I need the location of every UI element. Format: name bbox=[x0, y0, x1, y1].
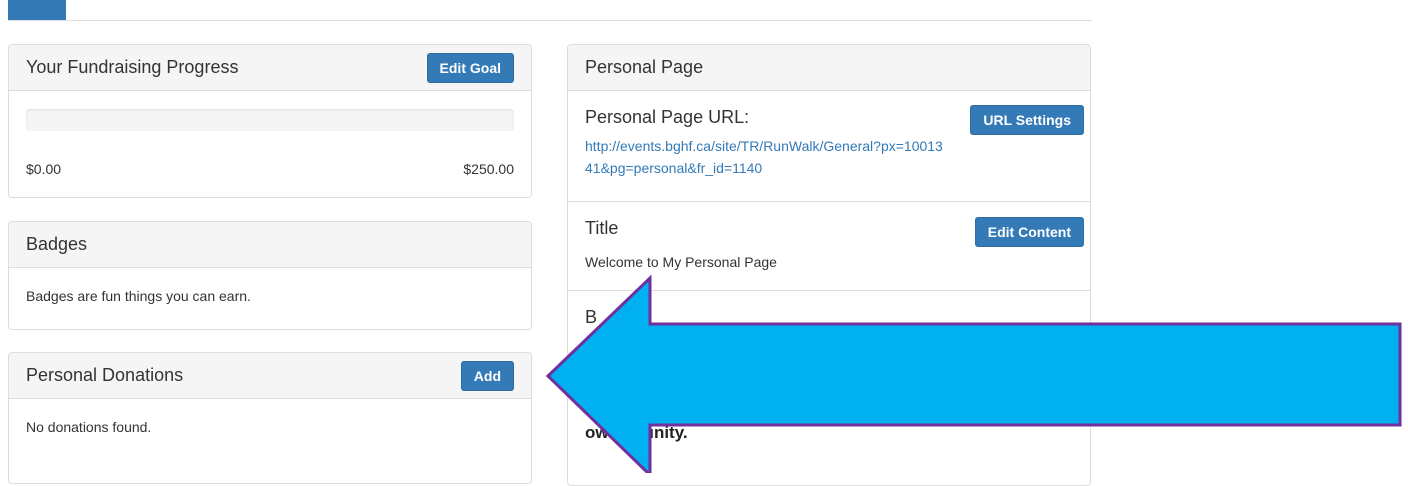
annotation-arrow-icon bbox=[545, 274, 1402, 473]
